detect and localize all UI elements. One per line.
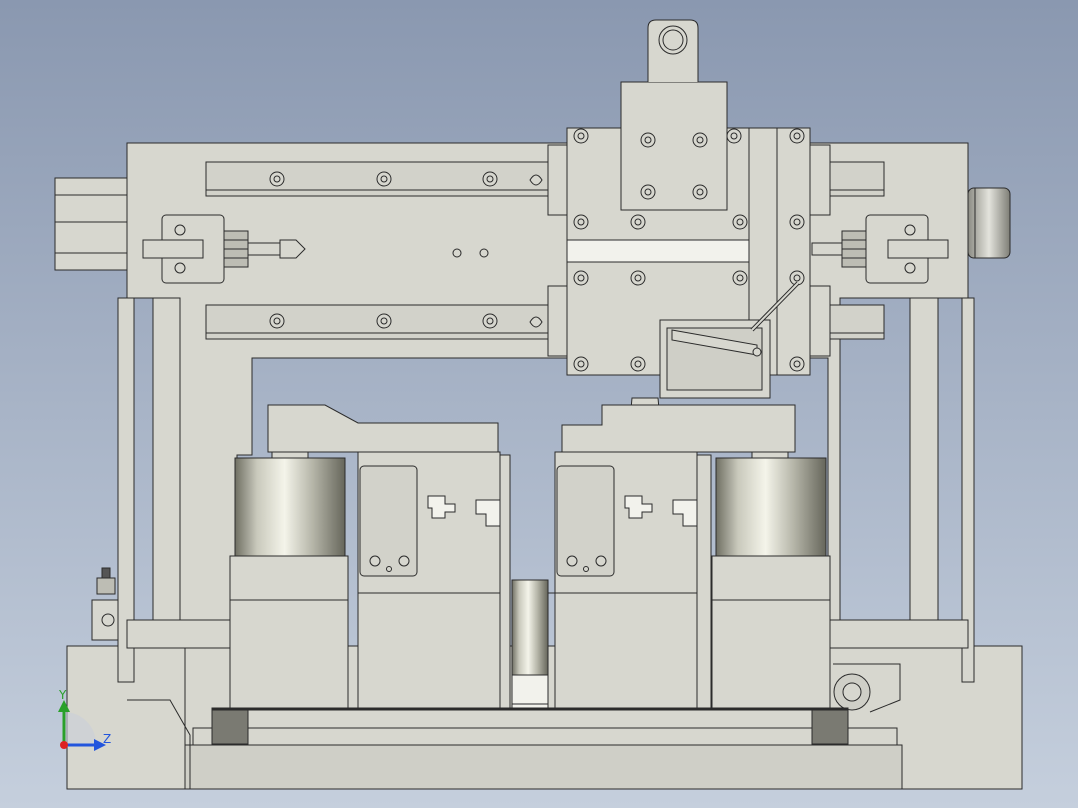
base-bore-inner	[842, 682, 862, 702]
right-actuator-base	[711, 555, 831, 711]
left-stop-rod	[247, 242, 281, 256]
left-cylinder-body	[54, 177, 128, 271]
x-axis-arrow	[60, 741, 68, 749]
base-step	[192, 727, 898, 746]
left-cross-bar	[126, 619, 238, 649]
frame-hole	[452, 248, 462, 258]
carriage-end-right-lower	[809, 285, 831, 357]
left-foot-block	[211, 707, 249, 745]
right-stop-rod	[811, 242, 843, 256]
right-jaw-edge	[696, 454, 712, 711]
cad-model-view[interactable]	[0, 0, 1078, 808]
left-upright	[152, 297, 182, 624]
right-upright	[909, 297, 939, 624]
left-actuator-cap	[271, 451, 309, 459]
left-stop-shaft	[142, 239, 204, 259]
left-actuator-base	[229, 555, 349, 711]
right-knob	[967, 187, 1011, 259]
base-lower-step	[184, 744, 903, 790]
frame-hole	[479, 248, 489, 258]
cad-viewport[interactable]: Y Z	[0, 0, 1078, 808]
carriage-end-left-lower	[547, 285, 569, 357]
carriage-end-right-upper	[809, 144, 831, 216]
side-fitting	[96, 577, 116, 595]
slide-slot	[566, 239, 750, 263]
center-pin-gap	[511, 674, 549, 711]
right-actuator-cap	[751, 451, 789, 459]
center-pin	[511, 579, 549, 676]
left-jaw-edge	[499, 454, 511, 711]
left-actuator-cylinder	[234, 457, 346, 557]
z-axis-label: Z	[103, 732, 112, 746]
carriage-end-left-upper	[547, 144, 569, 216]
right-stop-shaft	[887, 239, 949, 259]
right-actuator-cylinder	[715, 457, 827, 557]
top-mount-block	[620, 81, 728, 211]
y-axis-label: Y	[59, 688, 67, 702]
right-cross-bar	[827, 619, 969, 649]
right-foot-block	[811, 707, 849, 745]
